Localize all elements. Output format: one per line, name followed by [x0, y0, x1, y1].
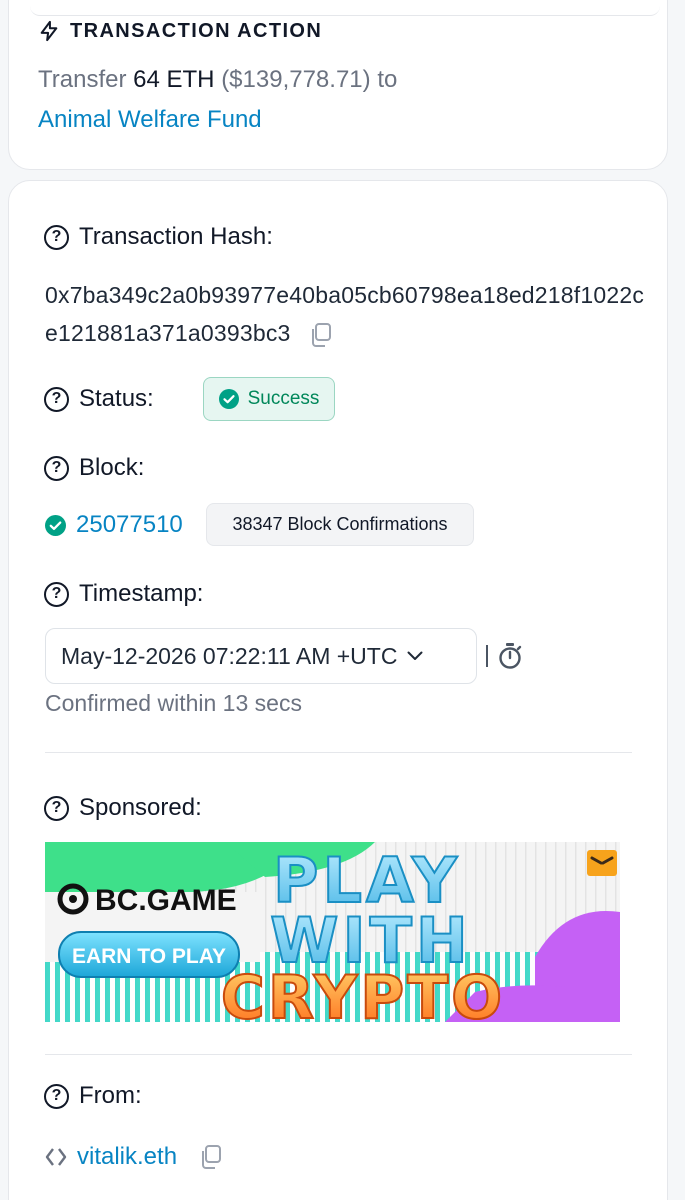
status-label-row: ? Status:: [44, 383, 154, 415]
timestamp-separator: [486, 645, 488, 667]
transfer-usd-value: ($139,778.71): [221, 66, 371, 93]
section-divider: [45, 752, 632, 753]
timestamp-label-row: ? Timestamp:: [44, 578, 203, 610]
transfer-amount: 64 ETH: [133, 66, 215, 93]
ad-headline-line-3: CRYPTO: [221, 963, 505, 1022]
transfer-preposition: to: [377, 66, 398, 93]
ad-cta: EARN TO PLAY: [72, 945, 226, 968]
from-label: From:: [79, 1082, 142, 1109]
sponsored-ad-banner[interactable]: BC.GAME EARN TO PLAY PLAY WITH CRYPTO: [45, 842, 620, 1022]
hash-label: Transaction Hash:: [79, 223, 273, 250]
question-circle-icon[interactable]: ?: [44, 795, 69, 821]
stopwatch-icon[interactable]: [497, 642, 523, 670]
contract-icon: [45, 1148, 67, 1166]
question-circle-icon[interactable]: ?: [44, 1083, 69, 1109]
header-strip: [30, 0, 660, 16]
copy-icon[interactable]: [309, 322, 333, 348]
transfer-summary: Transfer 64 ETH ($139,778.71) to: [38, 66, 397, 94]
confirmed-within-text: Confirmed within 13 secs: [45, 690, 302, 716]
timestamp-select[interactable]: May-12-2026 07:22:11 AM +UTC: [45, 628, 477, 684]
question-circle-icon[interactable]: ?: [44, 386, 69, 412]
ad-artwork: BC.GAME EARN TO PLAY PLAY WITH CRYPTO: [45, 842, 620, 1022]
sponsored-label: Sponsored:: [79, 794, 202, 821]
from-address-link[interactable]: vitalik.eth: [45, 1140, 223, 1174]
block-confirmations-badge: 38347 Block Confirmations: [206, 503, 474, 546]
chevron-down-icon: [407, 651, 423, 660]
check-circle-icon: [45, 514, 66, 536]
transaction-hash: 0x7ba349c2a0b93977e40ba05cb60798ea18ed21…: [45, 276, 645, 352]
block-number-link[interactable]: 25077510: [45, 505, 183, 545]
transfer-verb: Transfer: [38, 66, 127, 93]
hash-label-row: ? Transaction Hash:: [44, 221, 273, 253]
question-circle-icon[interactable]: ?: [44, 581, 69, 607]
status-badge: Success: [203, 377, 335, 421]
section-divider: [45, 1054, 632, 1055]
transaction-action-title: TRANSACTION ACTION: [70, 19, 323, 42]
block-label-row: ? Block:: [44, 452, 144, 484]
transaction-details-page: TRANSACTION ACTION Transfer 64 ETH ($139…: [0, 0, 685, 1200]
block-number[interactable]: 25077510: [76, 511, 183, 539]
timestamp-value: May-12-2026 07:22:11 AM +UTC: [61, 642, 398, 669]
hash-value: 0x7ba349c2a0b93977e40ba05cb60798ea18ed21…: [45, 282, 645, 346]
bolt-icon: [40, 20, 58, 42]
status-value: Success: [247, 388, 320, 409]
question-circle-icon[interactable]: ?: [44, 224, 69, 250]
transfer-recipient-link[interactable]: Animal Welfare Fund: [38, 106, 262, 134]
ad-brand: BC.GAME: [95, 884, 237, 917]
from-label-row: ? From:: [44, 1080, 142, 1112]
block-label: Block:: [79, 454, 145, 481]
transaction-action-header: TRANSACTION ACTION: [38, 18, 322, 44]
sponsored-label-row: ? Sponsored:: [44, 792, 202, 824]
from-address-name[interactable]: vitalik.eth: [77, 1143, 177, 1171]
status-label: Status:: [79, 385, 154, 412]
check-circle-icon: [218, 389, 239, 409]
timestamp-label: Timestamp:: [79, 580, 204, 607]
copy-icon[interactable]: [199, 1144, 223, 1170]
question-circle-icon[interactable]: ?: [44, 455, 69, 481]
